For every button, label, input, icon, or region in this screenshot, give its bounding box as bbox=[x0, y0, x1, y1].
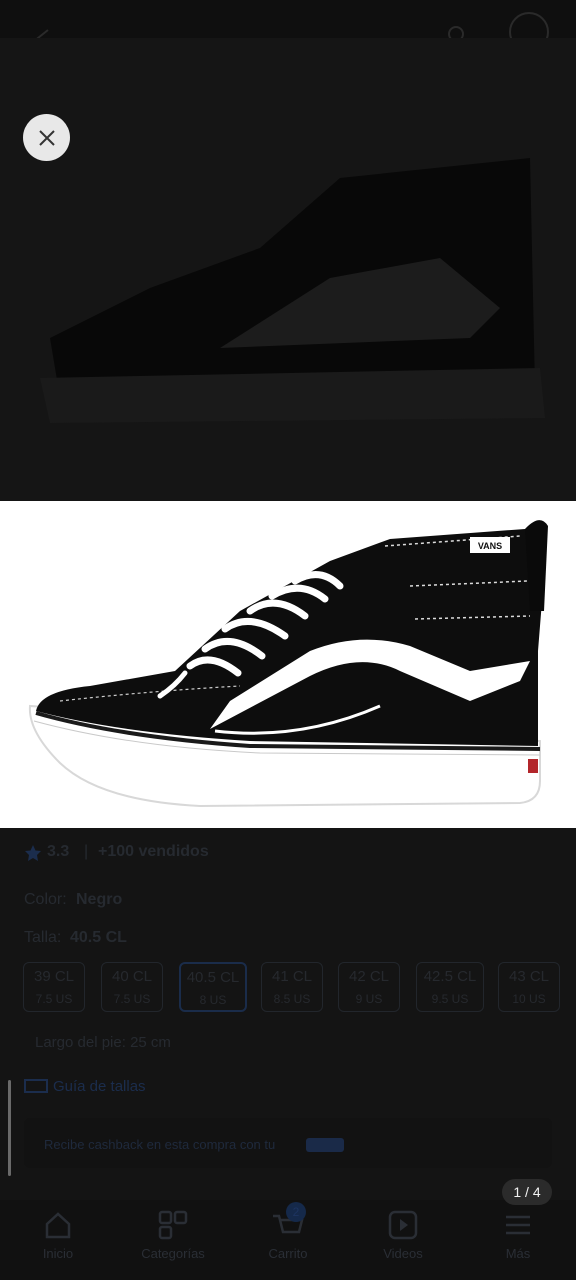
color-value: Negro bbox=[76, 891, 123, 908]
scroll-indicator bbox=[8, 1080, 11, 1176]
size-option[interactable]: 42.5 CL 9.5 US bbox=[416, 962, 484, 1012]
product-image[interactable]: VANS bbox=[0, 501, 576, 828]
background-top-bar bbox=[0, 0, 576, 48]
nav-categories[interactable]: Categorías bbox=[133, 1210, 213, 1261]
dim-sneaker-image bbox=[40, 158, 545, 423]
nav-videos[interactable]: Videos bbox=[363, 1210, 443, 1261]
rating-value: 3.3 bbox=[47, 843, 70, 860]
close-icon bbox=[38, 129, 55, 146]
size-option[interactable]: 43 CL 10 US bbox=[498, 962, 560, 1012]
size-guide-link[interactable]: Guía de tallas bbox=[53, 1078, 146, 1095]
cashback-banner: Recibe cashback en esta compra con tu Me… bbox=[24, 1118, 552, 1168]
nav-more[interactable]: Más bbox=[478, 1210, 558, 1261]
color-label: Color: bbox=[24, 891, 67, 908]
nav-home[interactable]: Inicio bbox=[18, 1210, 98, 1261]
size-option[interactable]: 41 CL 8.5 US bbox=[261, 962, 323, 1012]
ruler-icon bbox=[24, 1079, 48, 1093]
cashback-text: Recibe cashback en esta compra con tu bbox=[44, 1137, 276, 1152]
video-icon bbox=[388, 1210, 418, 1240]
mercado-pago-badge: Mercado Pago bbox=[306, 1138, 344, 1152]
size-value: 40.5 CL bbox=[70, 929, 127, 946]
cart-badge: 2 bbox=[286, 1202, 306, 1222]
image-counter: 1 / 4 bbox=[502, 1179, 552, 1205]
close-viewer-button[interactable] bbox=[23, 114, 70, 161]
size-label: Talla: bbox=[24, 929, 62, 946]
size-option[interactable]: 40 CL 7.5 US bbox=[101, 962, 163, 1012]
menu-icon bbox=[506, 1215, 530, 1235]
brand-label: VANS bbox=[478, 541, 502, 551]
background-hero-image bbox=[0, 38, 576, 501]
sold-count: +100 vendidos bbox=[98, 843, 209, 860]
star-icon bbox=[25, 845, 41, 861]
size-option[interactable]: 39 CL 7.5 US bbox=[23, 962, 85, 1012]
size-option-selected[interactable]: 40.5 CL 8 US bbox=[179, 962, 247, 1012]
home-icon bbox=[45, 1212, 71, 1239]
foot-length: Largo del pie: 25 cm bbox=[35, 1034, 171, 1051]
categories-icon bbox=[158, 1210, 188, 1240]
size-option[interactable]: 42 CL 9 US bbox=[338, 962, 400, 1012]
sneaker-image: VANS bbox=[28, 520, 548, 808]
